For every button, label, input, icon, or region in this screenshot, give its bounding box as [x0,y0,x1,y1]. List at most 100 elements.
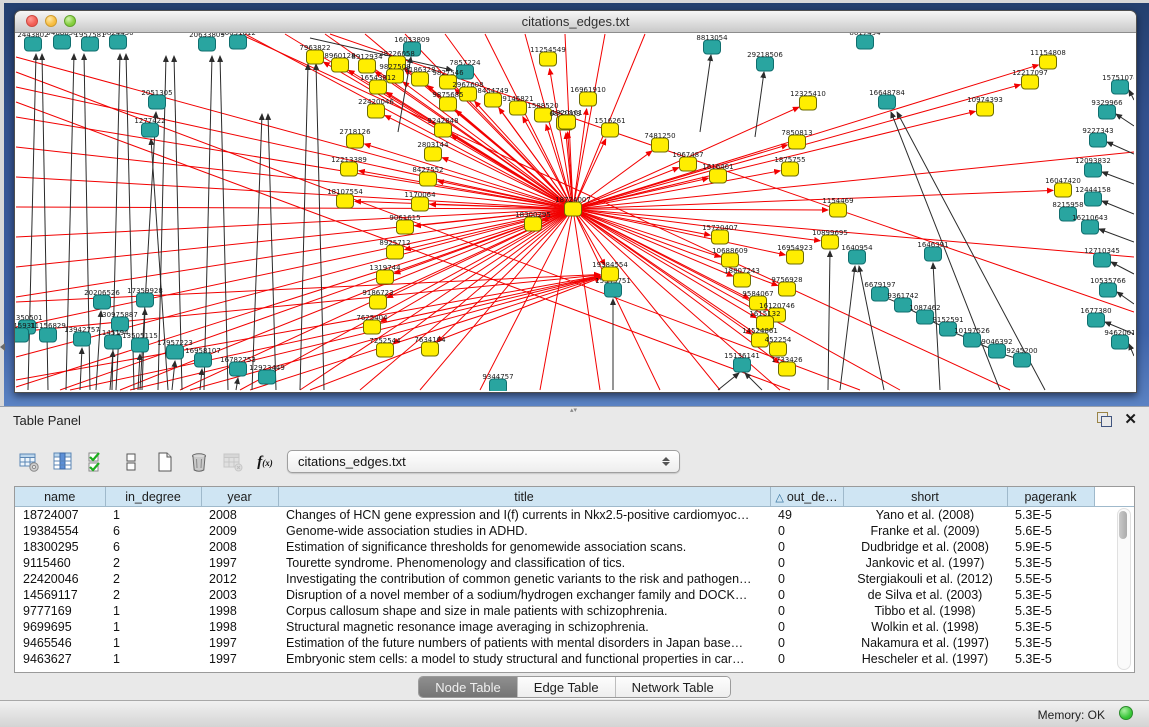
cell-in_degree[interactable]: 1 [105,651,201,667]
graph-node-yellow[interactable] [712,230,729,244]
graph-node-yellow[interactable] [734,273,751,287]
graph-node-teal[interactable] [879,95,896,109]
citation-edge-black[interactable] [1117,292,1134,304]
cell-out_de[interactable]: 49 [770,507,843,524]
scrollbar-thumb[interactable] [1119,511,1127,539]
cell-name[interactable]: 9699695 [15,619,105,635]
graph-node-teal[interactable] [917,310,934,324]
graph-node-yellow[interactable] [422,342,439,356]
graph-node-teal[interactable] [757,57,774,71]
graph-node-teal[interactable] [1099,105,1116,119]
graph-node-teal[interactable] [25,37,42,51]
cell-pagerank[interactable]: 5.3E-5 [1007,603,1094,619]
graph-node-teal[interactable] [199,37,216,51]
graph-node-yellow[interactable] [779,362,796,376]
graph-node-teal[interactable] [872,287,889,301]
graph-node-yellow[interactable] [559,115,576,129]
cell-title[interactable]: Tourette syndrome. Phenomenology and cla… [278,555,770,571]
graph-node-yellow[interactable] [510,101,527,115]
citation-edge-red[interactable] [393,209,573,344]
graph-node-yellow[interactable] [770,342,787,356]
table-vertical-scrollbar[interactable] [1117,508,1131,670]
graph-node-yellow[interactable] [830,203,847,217]
citation-edge-black[interactable] [151,139,168,390]
cell-out_de[interactable]: 0 [770,539,843,555]
graph-node-yellow[interactable] [377,270,394,284]
citation-edge-black[interactable] [755,72,764,137]
graph-node-teal[interactable] [40,328,57,342]
cell-year[interactable]: 2008 [201,507,278,524]
graph-node-teal[interactable] [1088,313,1105,327]
citation-edge-black[interactable] [96,311,101,390]
graph-node-yellow[interactable] [580,92,597,106]
table-row[interactable]: 2242004622012Investigating the contribut… [15,571,1134,587]
graph-node-yellow[interactable] [540,52,557,66]
citation-edge-red[interactable] [16,117,573,209]
panel-collapse-arrow-icon[interactable] [0,343,5,351]
cell-name[interactable]: 18724007 [15,507,105,524]
citation-edge-black[interactable] [700,55,711,132]
graph-node-yellow[interactable] [337,194,354,208]
cell-title[interactable]: Structural magnetic resonance image aver… [278,619,770,635]
citation-edge-black[interactable] [66,54,74,390]
graph-node-teal[interactable] [1082,220,1099,234]
graph-node-teal[interactable] [1112,80,1129,94]
graph-node-yellow[interactable] [485,93,502,107]
graph-node-teal[interactable] [1094,253,1111,267]
graph-node-yellow[interactable] [412,197,429,211]
cell-short[interactable]: Nakamura et al. (1997) [843,635,1007,651]
cell-short[interactable]: Jankovic et al. (1997) [843,555,1007,571]
graph-node-teal[interactable] [82,37,99,51]
cell-short[interactable]: Yano et al. (2008) [843,507,1007,524]
column-header-out_de[interactable]: △out_de… [770,487,843,507]
close-panel-icon[interactable]: ✕ [1124,412,1137,427]
table-row[interactable]: 946554611997Estimation of the future num… [15,635,1134,651]
graph-node-teal[interactable] [1100,283,1117,297]
split-view-icon[interactable] [118,449,144,475]
cell-title[interactable]: Investigating the contribution of common… [278,571,770,587]
graph-node-teal[interactable] [230,362,247,376]
tab-node-table[interactable]: Node Table [419,677,517,697]
cell-out_de[interactable]: 0 [770,603,843,619]
graph-node-teal[interactable] [110,35,127,49]
citation-edge-black[interactable] [138,354,140,390]
graph-node-yellow[interactable] [359,59,376,73]
graph-node-yellow[interactable] [977,102,994,116]
graph-node-yellow[interactable] [782,162,799,176]
graph-node-yellow[interactable] [397,220,414,234]
column-header-year[interactable]: year [201,487,278,507]
column-header-short[interactable]: short [843,487,1007,507]
function-builder-icon[interactable]: f(x) [254,449,280,475]
cell-out_de[interactable]: 0 [770,587,843,603]
graph-node-yellow[interactable] [332,58,349,72]
citation-edge-black[interactable] [28,54,36,390]
graph-node-yellow[interactable] [370,295,387,309]
citation-edge-black[interactable] [300,64,308,390]
citation-edge-black[interactable] [220,56,228,390]
graph-node-yellow[interactable] [602,267,619,281]
cell-year[interactable]: 1997 [201,651,278,667]
citation-edge-black[interactable] [1129,90,1134,100]
graph-node-teal[interactable] [964,333,981,347]
table-row[interactable]: 1830029562008Estimation of significance … [15,539,1134,555]
graph-node-yellow[interactable] [368,104,385,118]
cell-title[interactable]: Genome-wide association studies in ADHD. [278,523,770,539]
cell-out_de[interactable]: 0 [770,571,843,587]
cell-short[interactable]: Dudbridge et al. (2008) [843,539,1007,555]
graph-node-yellow[interactable] [789,135,806,149]
citation-edge-red[interactable] [16,207,573,209]
cell-title[interactable]: Changes of HCN gene expression and I(f) … [278,507,770,524]
cell-title[interactable]: Embryonic stem cells: a model to study s… [278,651,770,667]
graph-node-teal[interactable] [15,328,29,342]
cell-short[interactable]: Wolkin et al. (1998) [843,619,1007,635]
column-display-icon[interactable] [50,449,76,475]
cell-in_degree[interactable]: 1 [105,619,201,635]
cell-name[interactable]: 19384554 [15,523,105,539]
graph-node-teal[interactable] [195,353,212,367]
cell-short[interactable]: Tibbo et al. (1998) [843,603,1007,619]
table-row[interactable]: 977716911998Corpus callosum shape and si… [15,603,1134,619]
row-select-icon[interactable] [84,449,110,475]
graph-node-yellow[interactable] [370,80,387,94]
citation-edge-red[interactable] [573,190,1053,209]
graph-node-yellow[interactable] [341,162,358,176]
